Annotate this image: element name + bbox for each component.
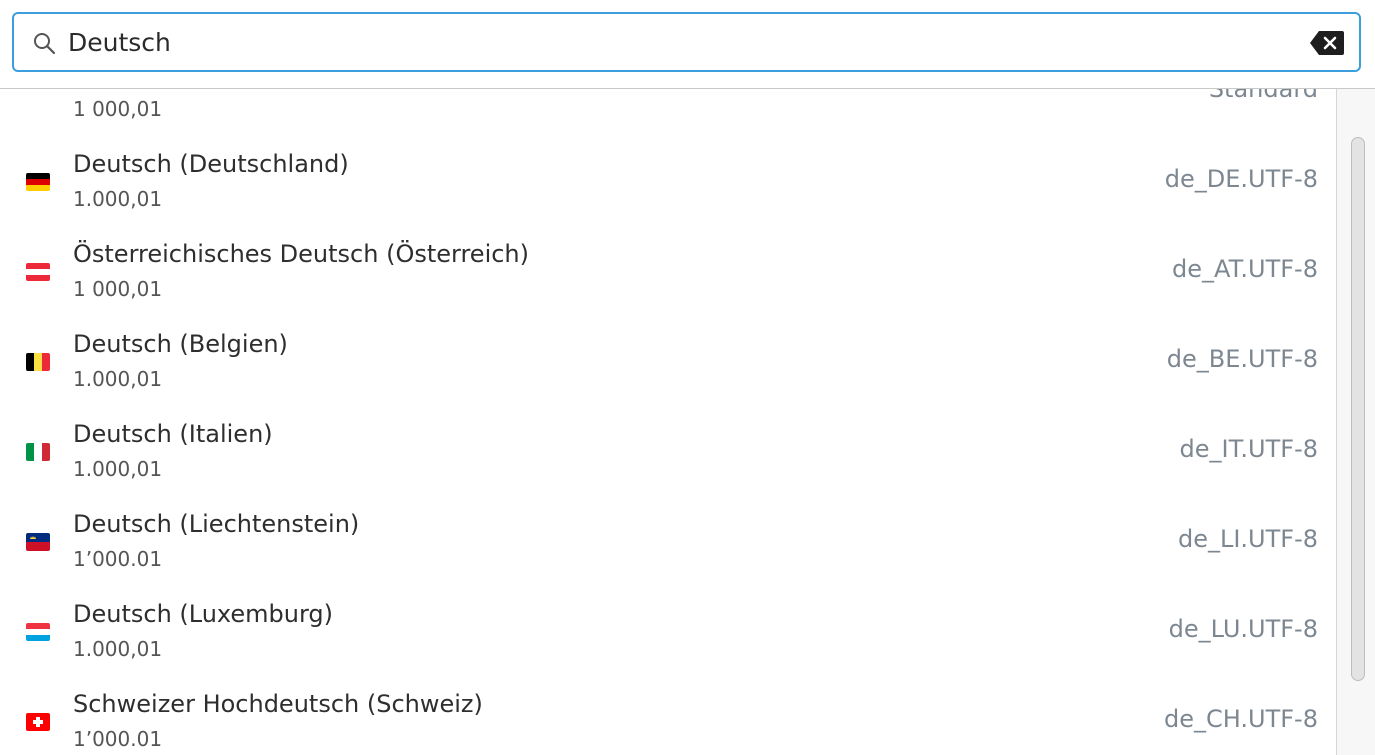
austria-flag-icon <box>26 263 50 281</box>
liechtenstein-flag-icon <box>26 533 50 551</box>
italy-flag-icon <box>26 443 50 461</box>
locale-name: Deutsch (Liechtenstein) <box>73 510 360 538</box>
belgium-flag-icon <box>26 353 50 371</box>
locale-name: Deutsch (Belgien) <box>73 330 288 358</box>
locale-row-de-be[interactable]: Deutsch (Belgien) 1.000,01 de_BE.UTF-8 <box>0 315 1336 405</box>
search-icon <box>32 31 56 55</box>
locale-number-format: 1.000,01 <box>73 637 163 661</box>
germany-flag-icon <box>26 173 50 191</box>
locale-code: de_BE.UTF-8 <box>1166 345 1318 373</box>
locale-row-de-it[interactable]: Deutsch (Italien) 1.000,01 de_IT.UTF-8 <box>0 405 1336 495</box>
locale-code: Standard <box>1208 88 1318 103</box>
locale-row-de-ch[interactable]: Schweizer Hochdeutsch (Schweiz) 1’000.01… <box>0 675 1336 755</box>
clear-search-icon[interactable] <box>1309 30 1345 56</box>
locale-name: Deutsch (Deutschland) <box>73 150 349 178</box>
locale-list: 1 000,01 Standard Deutsch (Deutschland) … <box>0 88 1336 755</box>
locale-code: de_LU.UTF-8 <box>1168 615 1318 643</box>
locale-code: de_IT.UTF-8 <box>1179 435 1318 463</box>
locale-row-de-at[interactable]: Österreichisches Deutsch (Österreich) 1 … <box>0 225 1336 315</box>
locale-row-de-lu[interactable]: Deutsch (Luxemburg) 1.000,01 de_LU.UTF-8 <box>0 585 1336 675</box>
locale-number-format: 1 000,01 <box>73 277 163 301</box>
switzerland-flag-icon <box>26 713 50 731</box>
search-bar <box>12 12 1361 72</box>
scrollbar-track[interactable] <box>1336 89 1375 755</box>
locale-number-format: 1’000.01 <box>73 727 163 751</box>
locale-code: de_AT.UTF-8 <box>1172 255 1318 283</box>
locale-row-partial[interactable]: 1 000,01 Standard <box>0 88 1336 135</box>
locale-row-de-li[interactable]: Deutsch (Liechtenstein) 1’000.01 de_LI.U… <box>0 495 1336 585</box>
locale-code: de_DE.UTF-8 <box>1164 165 1318 193</box>
locale-list-area: 1 000,01 Standard Deutsch (Deutschland) … <box>0 88 1375 755</box>
locale-name: Deutsch (Italien) <box>73 420 273 448</box>
locale-number-format: 1.000,01 <box>73 187 163 211</box>
locale-name: Deutsch (Luxemburg) <box>73 600 334 628</box>
locale-number-format: 1’000.01 <box>73 547 163 571</box>
locale-name: Österreichisches Deutsch (Österreich) <box>73 240 529 268</box>
locale-name: Schweizer Hochdeutsch (Schweiz) <box>73 690 483 718</box>
scrollbar-thumb[interactable] <box>1351 137 1365 681</box>
locale-code: de_LI.UTF-8 <box>1177 525 1318 553</box>
locale-number-format: 1 000,01 <box>73 97 163 121</box>
locale-row-de-de[interactable]: Deutsch (Deutschland) 1.000,01 de_DE.UTF… <box>0 135 1336 225</box>
luxembourg-flag-icon <box>26 623 50 641</box>
search-input[interactable] <box>68 22 1288 62</box>
locale-number-format: 1.000,01 <box>73 367 163 391</box>
locale-code: de_CH.UTF-8 <box>1164 705 1318 733</box>
locale-number-format: 1.000,01 <box>73 457 163 481</box>
